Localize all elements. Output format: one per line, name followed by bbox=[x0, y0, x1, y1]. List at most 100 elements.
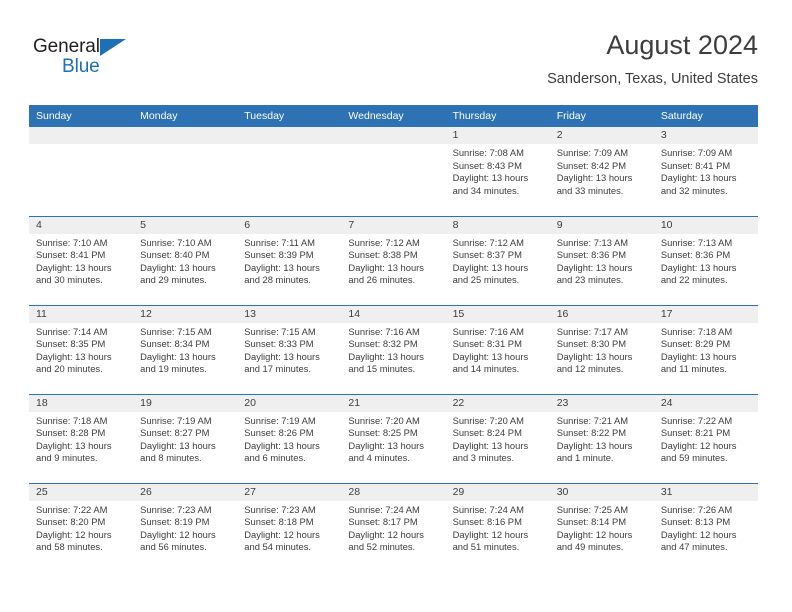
calendar-day-cell[interactable]: 5 Sunrise: 7:10 AM Sunset: 8:40 PM Daylight… bbox=[133, 215, 238, 305]
calendar-day-cell[interactable]: 6 Sunrise: 7:11 AM Sunset: 8:39 PM Daylight… bbox=[237, 215, 342, 305]
day-number bbox=[29, 127, 134, 144]
sunset-time: Sunset: 8:27 PM bbox=[140, 427, 210, 439]
day-number: 25 bbox=[29, 483, 134, 501]
day-details: Sunrise: 7:20 AM Sunset: 8:24 PM Daylight:… bbox=[446, 412, 550, 465]
calendar-day-cell[interactable]: 27 Sunrise: 7:23 AM Sunset: 8:18 PM Dayligh… bbox=[237, 482, 342, 572]
sunrise-time: Sunrise: 7:16 AM bbox=[348, 325, 420, 337]
calendar-day-cell[interactable]: 8 Sunrise: 7:12 AM Sunset: 8:37 PM Daylight… bbox=[445, 215, 550, 305]
day-details: Sunrise: 7:25 AM Sunset: 8:14 PM Daylight:… bbox=[550, 501, 654, 554]
day-number bbox=[237, 127, 342, 144]
calendar-day-cell[interactable]: 30 Sunrise: 7:25 AM Sunset: 8:14 PM Dayligh… bbox=[549, 482, 654, 572]
sunrise-time: Sunrise: 7:26 AM bbox=[660, 503, 733, 515]
calendar-day-cell[interactable]: 10 Sunrise: 7:13 AM Sunset: 8:36 PM Dayligh… bbox=[653, 215, 758, 305]
sunset-time: Sunset: 8:13 PM bbox=[660, 516, 731, 528]
sunrise-time: Sunrise: 7:15 AM bbox=[140, 325, 212, 337]
calendar-day-cell[interactable]: 7 Sunrise: 7:12 AM Sunset: 8:38 PM Daylight… bbox=[341, 215, 446, 305]
day-number: 4 bbox=[29, 216, 134, 234]
calendar-day-cell[interactable]: 19 Sunrise: 7:19 AM Sunset: 8:27 PM Dayligh… bbox=[133, 393, 238, 483]
sunset-time: Sunset: 8:40 PM bbox=[140, 249, 210, 261]
calendar-day-cell[interactable]: 12 Sunrise: 7:15 AM Sunset: 8:34 PM Dayligh… bbox=[133, 304, 238, 394]
daylight-duration: Daylight: 12 hours and 54 minutes. bbox=[244, 528, 320, 553]
calendar-day-cell[interactable]: 31 Sunrise: 7:26 AM Sunset: 8:13 PM Dayligh… bbox=[653, 482, 758, 572]
calendar-day-cell[interactable]: 16 Sunrise: 7:17 AM Sunset: 8:30 PM Dayligh… bbox=[549, 304, 654, 394]
calendar-week-row: 25 Sunrise: 7:22 AM Sunset: 8:20 PM Dayligh… bbox=[29, 482, 758, 572]
day-number: 23 bbox=[549, 394, 654, 412]
calendar-day-cell[interactable]: 25 Sunrise: 7:22 AM Sunset: 8:20 PM Dayligh… bbox=[29, 482, 134, 572]
day-details: Sunrise: 7:10 AM Sunset: 8:40 PM Daylight:… bbox=[133, 234, 237, 287]
day-number: 15 bbox=[445, 305, 550, 323]
day-details: Sunrise: 7:13 AM Sunset: 8:36 PM Daylight:… bbox=[654, 234, 758, 287]
calendar-day-cell[interactable]: 15 Sunrise: 7:16 AM Sunset: 8:31 PM Dayligh… bbox=[445, 304, 550, 394]
daylight-duration: Daylight: 13 hours and 28 minutes. bbox=[244, 261, 320, 286]
daylight-duration: Daylight: 13 hours and 29 minutes. bbox=[140, 261, 216, 286]
calendar-day-cell[interactable]: 17 Sunrise: 7:18 AM Sunset: 8:29 PM Dayligh… bbox=[653, 304, 758, 394]
calendar-day-cell[interactable]: 13 Sunrise: 7:15 AM Sunset: 8:33 PM Dayligh… bbox=[237, 304, 342, 394]
calendar-cell-empty bbox=[237, 127, 342, 216]
calendar-cell-empty bbox=[29, 127, 134, 216]
day-number: 1 bbox=[445, 127, 550, 144]
sunset-time: Sunset: 8:30 PM bbox=[556, 338, 627, 350]
sunrise-time: Sunrise: 7:19 AM bbox=[244, 414, 316, 426]
sunset-time: Sunset: 8:24 PM bbox=[452, 427, 522, 439]
calendar-day-cell[interactable]: 23 Sunrise: 7:21 AM Sunset: 8:22 PM Dayligh… bbox=[549, 393, 654, 483]
day-details: Sunrise: 7:16 AM Sunset: 8:32 PM Daylight:… bbox=[341, 323, 445, 376]
day-number: 31 bbox=[653, 483, 758, 501]
logo-triangle-icon bbox=[100, 39, 126, 56]
calendar-day-cell[interactable]: 24 Sunrise: 7:22 AM Sunset: 8:21 PM Dayligh… bbox=[653, 393, 758, 483]
calendar-day-cell[interactable]: 21 Sunrise: 7:20 AM Sunset: 8:25 PM Dayligh… bbox=[341, 393, 446, 483]
sunrise-time: Sunrise: 7:20 AM bbox=[348, 414, 420, 426]
day-number: 5 bbox=[133, 216, 238, 234]
calendar-week-row: 1 Sunrise: 7:08 AM Sunset: 8:43 PM Daylight… bbox=[29, 127, 758, 216]
calendar-day-cell[interactable]: 14 Sunrise: 7:16 AM Sunset: 8:32 PM Dayligh… bbox=[341, 304, 446, 394]
calendar-cell-empty bbox=[341, 127, 446, 216]
sunrise-time: Sunrise: 7:24 AM bbox=[348, 503, 420, 515]
sunrise-time: Sunrise: 7:17 AM bbox=[556, 325, 629, 337]
day-number: 12 bbox=[133, 305, 238, 323]
daylight-duration: Daylight: 13 hours and 6 minutes. bbox=[244, 439, 320, 464]
calendar-day-cell[interactable]: 18 Sunrise: 7:18 AM Sunset: 8:28 PM Dayligh… bbox=[29, 393, 134, 483]
calendar-day-cell[interactable]: 9 Sunrise: 7:13 AM Sunset: 8:36 PM Daylight… bbox=[549, 215, 654, 305]
daylight-duration: Daylight: 13 hours and 3 minutes. bbox=[452, 439, 529, 464]
weekday-header-tuesday: Tuesday bbox=[237, 105, 342, 127]
sunrise-time: Sunrise: 7:21 AM bbox=[556, 414, 629, 426]
calendar-day-cell[interactable]: 20 Sunrise: 7:19 AM Sunset: 8:26 PM Dayligh… bbox=[237, 393, 342, 483]
calendar-day-cell[interactable]: 3 Sunrise: 7:09 AM Sunset: 8:41 PM Daylight… bbox=[653, 127, 758, 216]
calendar-cell-empty bbox=[133, 127, 238, 216]
calendar-day-cell[interactable]: 28 Sunrise: 7:24 AM Sunset: 8:17 PM Dayligh… bbox=[341, 482, 446, 572]
calendar-day-cell[interactable]: 1 Sunrise: 7:08 AM Sunset: 8:43 PM Daylight… bbox=[445, 127, 550, 216]
daylight-duration: Daylight: 13 hours and 8 minutes. bbox=[140, 439, 216, 464]
day-number: 2 bbox=[549, 127, 654, 144]
calendar-day-cell[interactable]: 2 Sunrise: 7:09 AM Sunset: 8:42 PM Daylight… bbox=[549, 127, 654, 216]
daylight-duration: Daylight: 13 hours and 1 minute. bbox=[556, 439, 633, 464]
sunset-time: Sunset: 8:31 PM bbox=[452, 338, 522, 350]
sunrise-time: Sunrise: 7:22 AM bbox=[660, 414, 733, 426]
daylight-duration: Daylight: 12 hours and 49 minutes. bbox=[556, 528, 633, 553]
calendar-day-cell[interactable]: 22 Sunrise: 7:20 AM Sunset: 8:24 PM Dayligh… bbox=[445, 393, 550, 483]
day-details: Sunrise: 7:11 AM Sunset: 8:39 PM Daylight:… bbox=[237, 234, 341, 287]
sunrise-time: Sunrise: 7:13 AM bbox=[660, 236, 733, 248]
day-details: Sunrise: 7:23 AM Sunset: 8:19 PM Daylight:… bbox=[133, 501, 237, 554]
calendar-day-cell[interactable]: 11 Sunrise: 7:14 AM Sunset: 8:35 PM Dayligh… bbox=[29, 304, 134, 394]
day-number: 28 bbox=[341, 483, 446, 501]
page-title: August 2024 bbox=[606, 30, 758, 60]
sunrise-time: Sunrise: 7:15 AM bbox=[244, 325, 316, 337]
logo-text-blue: Blue bbox=[62, 56, 100, 77]
calendar-day-cell[interactable]: 4 Sunrise: 7:10 AM Sunset: 8:41 PM Daylight… bbox=[29, 215, 134, 305]
daylight-duration: Daylight: 12 hours and 58 minutes. bbox=[36, 528, 112, 553]
general-blue-logo[interactable]: General Blue bbox=[33, 36, 153, 82]
day-details: Sunrise: 7:24 AM Sunset: 8:16 PM Daylight:… bbox=[446, 501, 550, 554]
day-number: 30 bbox=[549, 483, 654, 501]
day-number: 11 bbox=[29, 305, 134, 323]
calendar-day-cell[interactable]: 29 Sunrise: 7:24 AM Sunset: 8:16 PM Dayligh… bbox=[445, 482, 550, 572]
sunrise-time: Sunrise: 7:22 AM bbox=[36, 503, 108, 515]
day-number: 19 bbox=[133, 394, 238, 412]
daylight-duration: Daylight: 12 hours and 56 minutes. bbox=[140, 528, 216, 553]
sunrise-time: Sunrise: 7:09 AM bbox=[660, 147, 733, 158]
sunrise-time: Sunrise: 7:16 AM bbox=[452, 325, 524, 337]
day-number: 27 bbox=[237, 483, 342, 501]
day-details: Sunrise: 7:21 AM Sunset: 8:22 PM Daylight:… bbox=[550, 412, 654, 465]
day-details: Sunrise: 7:17 AM Sunset: 8:30 PM Daylight:… bbox=[550, 323, 654, 376]
day-number bbox=[133, 127, 238, 144]
day-number: 9 bbox=[549, 216, 654, 234]
calendar-day-cell[interactable]: 26 Sunrise: 7:23 AM Sunset: 8:19 PM Dayligh… bbox=[133, 482, 238, 572]
